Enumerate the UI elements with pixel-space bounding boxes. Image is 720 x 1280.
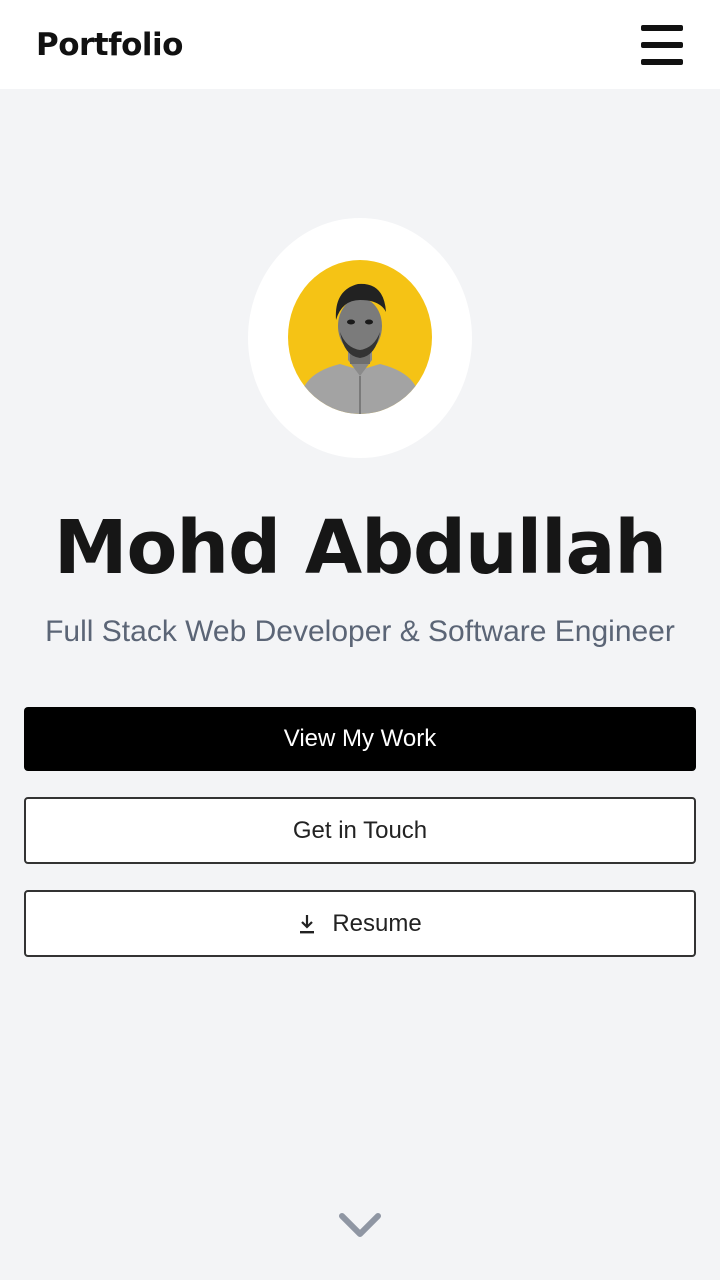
navbar: Portfolio [0, 0, 720, 89]
hero-name: Mohd Abdullah [53, 505, 667, 591]
profile-photo [302, 283, 418, 414]
view-my-work-button[interactable]: View My Work [24, 707, 696, 771]
brand-logo[interactable]: Portfolio [36, 27, 183, 63]
resume-button[interactable]: Resume [24, 890, 696, 957]
hamburger-menu-icon[interactable] [641, 24, 683, 65]
chevron-down-icon[interactable] [338, 1210, 382, 1240]
menu-bar [641, 41, 683, 48]
get-in-touch-button[interactable]: Get in Touch [24, 797, 696, 864]
resume-label: Resume [332, 909, 422, 937]
menu-bar [641, 24, 683, 31]
menu-bar [641, 58, 683, 65]
hero-subtitle: Full Stack Web Developer & Software Engi… [45, 615, 675, 648]
get-in-touch-label: Get in Touch [292, 816, 428, 844]
avatar-ring [248, 218, 472, 458]
view-my-work-label: View My Work [283, 725, 437, 752]
download-icon [300, 914, 315, 933]
avatar [288, 260, 432, 414]
